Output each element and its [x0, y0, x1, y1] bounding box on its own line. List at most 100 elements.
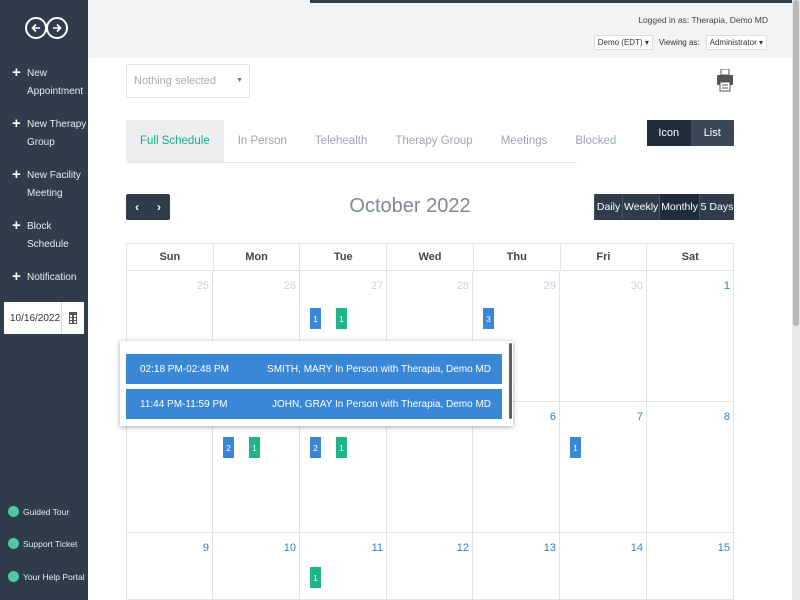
forward-arrow-icon[interactable]	[46, 17, 68, 39]
day-cell[interactable]: 14	[560, 533, 647, 600]
appointment-count-badge[interactable]: 1	[336, 308, 347, 329]
appointment-description: SMITH, MARY In Person with Therapia, Dem…	[267, 363, 491, 375]
appointment-description: JOHN, GRAY In Person with Therapia, Demo…	[272, 398, 491, 410]
day-cell[interactable]: 10	[213, 533, 300, 600]
five-days-view-button[interactable]: 5 Days	[699, 194, 734, 220]
appointment-count-badge[interactable]: 1	[310, 567, 321, 588]
sidebar-item-label: Meeting	[27, 188, 63, 199]
day-number: 27	[370, 280, 383, 292]
calendar-grid: 25 26 27 1 1 28 29 3 30 1 2 1 2 1 6 7 1 …	[126, 271, 734, 600]
day-number: 28	[456, 280, 469, 292]
appointment-count-badge[interactable]: 1	[310, 308, 321, 329]
day-cell[interactable]: 9	[126, 533, 213, 600]
day-cell[interactable]: 8	[647, 402, 734, 533]
day-cell[interactable]: 7 1	[560, 402, 647, 533]
appointment-item[interactable]: 02:18 PM-02:48 PM SMITH, MARY In Person …	[126, 354, 502, 384]
page-scrollbar[interactable]	[792, 0, 800, 600]
day-cell[interactable]: 15	[647, 533, 734, 600]
tab-in-person[interactable]: In Person	[224, 120, 301, 162]
weekday-label: Sat	[647, 244, 735, 270]
popup-scrollbar[interactable]	[509, 343, 512, 419]
sidebar: + New Appointment + New Therapy Group + Ne…	[0, 0, 88, 600]
tab-blocked[interactable]: Blocked	[561, 120, 630, 162]
weekday-label: Wed	[387, 244, 474, 270]
month-navigation: ‹ ›	[126, 194, 170, 220]
sidebar-item-new-appointment[interactable]: + New Appointment	[12, 65, 88, 101]
filter-placeholder: Nothing selected	[134, 75, 216, 87]
day-number: 13	[543, 542, 556, 554]
next-month-button[interactable]: ›	[148, 194, 170, 220]
plus-icon: +	[12, 64, 21, 81]
weekly-view-button[interactable]: Weekly	[622, 194, 660, 220]
plus-icon: +	[12, 217, 21, 234]
sidebar-item-label: Schedule	[27, 239, 69, 250]
help-portal-link[interactable]: Your Help Portal	[8, 571, 85, 582]
footer-label: Guided Tour	[23, 506, 70, 517]
day-number: 10	[283, 542, 296, 554]
timezone-select[interactable]: Demo (EDT) ▾	[593, 35, 653, 50]
weekday-label: Sun	[127, 244, 214, 270]
appointment-time: 02:18 PM-02:48 PM	[140, 363, 229, 375]
day-number: 12	[456, 542, 469, 554]
sidebar-item-block-schedule[interactable]: + Block Schedule	[12, 218, 88, 254]
plus-icon: +	[12, 166, 21, 183]
footer-label: Support Ticket	[23, 538, 78, 549]
help-portal-icon	[8, 571, 19, 582]
calendar-icon[interactable]	[61, 302, 84, 334]
icon-view-button[interactable]: Icon	[647, 120, 691, 146]
daily-view-button[interactable]: Daily	[594, 194, 623, 220]
appointment-count-badge[interactable]: 1	[570, 437, 581, 458]
day-number: 30	[630, 280, 643, 292]
appointment-count-badge[interactable]: 1	[249, 437, 260, 458]
sidebar-item-new-therapy-group[interactable]: + New Therapy Group	[12, 116, 88, 152]
list-view-button[interactable]: List	[690, 120, 734, 146]
sidebar-item-label: New Therapy	[27, 119, 87, 130]
appointment-count-badge[interactable]: 1	[336, 437, 347, 458]
caret-down-icon: ▼	[236, 77, 243, 84]
appointment-count-badge[interactable]: 3	[483, 308, 494, 329]
day-cell[interactable]: 1	[647, 271, 734, 402]
appointment-count-badge[interactable]: 2	[223, 437, 234, 458]
date-input[interactable]: 10/16/2022	[4, 313, 61, 324]
scrollbar-thumb[interactable]	[793, 0, 799, 326]
prev-month-button[interactable]: ‹	[126, 194, 148, 220]
day-number: 7	[636, 411, 643, 423]
sidebar-item-label: New	[27, 68, 48, 79]
sidebar-item-label: Notification	[27, 272, 77, 283]
appointment-item[interactable]: 11:44 PM-11:59 PM JOHN, GRAY In Person w…	[126, 389, 502, 419]
user-context: Demo (EDT) ▾ Viewing as: Administrator ▾	[593, 35, 767, 50]
guided-tour-link[interactable]: Guided Tour	[8, 506, 69, 517]
day-number: 14	[630, 542, 643, 554]
day-cell[interactable]: 30	[560, 271, 647, 402]
printer-icon[interactable]	[717, 69, 733, 93]
tab-therapy-group[interactable]: Therapy Group	[381, 120, 486, 162]
sidebar-item-new-facility-meeting[interactable]: + New Facility Meeting	[12, 167, 88, 203]
viewing-as-select[interactable]: Administrator ▾	[705, 35, 767, 50]
weekday-label: Tue	[300, 244, 388, 270]
viewing-as-label: Viewing as:	[658, 38, 700, 47]
sidebar-item-label: Block	[27, 221, 52, 232]
date-picker[interactable]: 10/16/2022	[4, 302, 84, 334]
logged-in-text: Logged in as: Therapia, Demo MD	[638, 15, 768, 25]
range-selector: Daily Weekly Monthly 5 Days	[594, 194, 734, 220]
tab-full-schedule[interactable]: Full Schedule	[126, 120, 224, 162]
sidebar-item-label: New Facility	[27, 170, 81, 181]
weekday-label: Thu	[474, 244, 561, 270]
schedule-tabs: Full Schedule In Person Telehealth Thera…	[126, 120, 616, 163]
day-number: 8	[723, 411, 730, 423]
sidebar-item-notification[interactable]: + Notification	[12, 269, 88, 287]
day-cell[interactable]: 13	[473, 533, 560, 600]
tab-meetings[interactable]: Meetings	[487, 120, 562, 162]
appointment-count-badge[interactable]: 2	[310, 437, 321, 458]
day-number: 26	[283, 280, 296, 292]
filter-select[interactable]: Nothing selected ▼	[126, 64, 250, 98]
calendar-title: October 2022	[349, 195, 471, 217]
day-cell[interactable]: 12	[387, 533, 473, 600]
guided-tour-icon	[8, 506, 19, 517]
back-arrow-icon[interactable]	[25, 17, 47, 39]
tab-telehealth[interactable]: Telehealth	[301, 120, 381, 162]
day-cell[interactable]: 11 1	[300, 533, 387, 600]
support-ticket-link[interactable]: Support Ticket	[8, 538, 77, 549]
day-number: 1	[723, 280, 730, 292]
monthly-view-button[interactable]: Monthly	[659, 194, 699, 220]
